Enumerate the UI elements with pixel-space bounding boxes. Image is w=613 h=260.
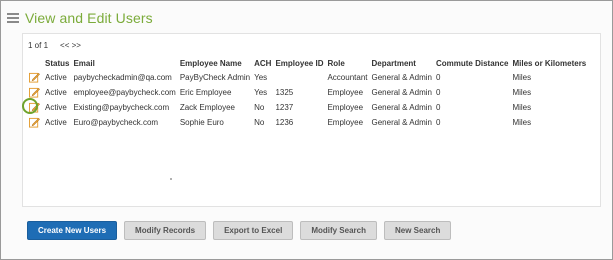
cell-employee-name: Eric Employee (179, 88, 232, 97)
cell-distance-unit: Miles (512, 88, 532, 97)
cell-ach: No (254, 103, 265, 112)
cell-employee-id: 1237 (275, 103, 294, 112)
cell-email: paybycheckadmin@qa.com (73, 73, 172, 82)
app-frame: View and Edit Users 1 of 1 << >> Status … (0, 0, 613, 260)
column-header-email[interactable]: Email (71, 56, 177, 70)
cell-status: Active (45, 103, 67, 112)
cell-email: employee@paybycheck.com (73, 88, 176, 97)
modify-search-button[interactable]: Modify Search (300, 221, 377, 240)
cell-employee-id: 1325 (275, 88, 294, 97)
stray-dot (170, 178, 172, 180)
cell-commute-distance: 0 (435, 103, 441, 112)
results-panel: 1 of 1 << >> Status Email Employee Name … (22, 33, 601, 207)
create-new-users-button[interactable]: Create New Users (27, 221, 118, 240)
pager: 1 of 1 << >> (28, 41, 81, 50)
edit-pencil-icon[interactable] (28, 117, 40, 128)
cell-status: Active (45, 118, 67, 127)
cell-distance-unit: Miles (512, 103, 532, 112)
table-header-row: Status Email Employee Name ACH Employee … (25, 56, 588, 70)
export-to-excel-button[interactable]: Export to Excel (213, 221, 294, 240)
cell-role: Employee (327, 88, 364, 97)
pager-summary: 1 of 1 (28, 41, 49, 50)
cell-employee-name: Sophie Euro (179, 118, 224, 127)
column-header-commute-distance[interactable]: Commute Distance (434, 56, 510, 70)
cell-role: Employee (327, 103, 364, 112)
cell-distance-unit: Miles (512, 73, 532, 82)
cell-distance-unit: Miles (512, 118, 532, 127)
cell-department: General & Admin (371, 118, 432, 127)
edit-cell (25, 115, 43, 130)
column-header-department[interactable]: Department (370, 56, 434, 70)
cell-email: Euro@paybycheck.com (73, 118, 159, 127)
cell-employee-id (273, 70, 325, 85)
pager-nav-links[interactable]: << >> (60, 41, 81, 50)
column-header-employee-name[interactable]: Employee Name (178, 56, 252, 70)
table-row: Active Euro@paybycheck.com Sophie Euro N… (25, 115, 588, 130)
page-title: View and Edit Users (25, 10, 153, 26)
edit-cell (25, 70, 43, 85)
cell-employee-id: 1236 (275, 118, 294, 127)
page-header: View and Edit Users (7, 7, 153, 29)
column-header-miles-or-kilometers[interactable]: Miles or Kilometers (510, 56, 588, 70)
column-header-status[interactable]: Status (43, 56, 71, 70)
table-row: Active employee@paybycheck.com Eric Empl… (25, 85, 588, 100)
cell-ach: Yes (254, 73, 268, 82)
new-search-button[interactable]: New Search (384, 221, 452, 240)
cell-status: Active (45, 88, 67, 97)
action-bar: Create New Users Modify Records Export t… (27, 221, 452, 240)
edit-pencil-icon[interactable] (28, 87, 40, 98)
cell-email: Existing@paybycheck.com (73, 103, 170, 112)
hamburger-menu-icon[interactable] (7, 12, 19, 24)
cell-ach: Yes (254, 88, 268, 97)
modify-records-button[interactable]: Modify Records (124, 221, 207, 240)
cell-commute-distance: 0 (435, 88, 441, 97)
column-header-employee-id[interactable]: Employee ID (273, 56, 325, 70)
cell-employee-name: PayByCheck Admin (179, 73, 251, 82)
column-header-role[interactable]: Role (325, 56, 369, 70)
cell-department: General & Admin (371, 103, 432, 112)
cell-employee-name: Zack Employee (179, 103, 235, 112)
table-row: Active Existing@paybycheck.com Zack Empl… (22, 98, 588, 115)
cell-ach: No (254, 118, 265, 127)
highlight-ring (22, 98, 38, 114)
cell-role: Accountant (327, 73, 368, 82)
cell-commute-distance: 0 (435, 73, 441, 82)
cell-status: Active (45, 73, 67, 82)
edit-cell (22, 98, 43, 115)
cell-role: Employee (327, 118, 364, 127)
cell-department: General & Admin (371, 88, 432, 97)
table-row: Active paybycheckadmin@qa.com PayByCheck… (25, 70, 588, 85)
column-header-ach[interactable]: ACH (252, 56, 273, 70)
edit-pencil-icon[interactable] (28, 72, 40, 83)
cell-department: General & Admin (371, 73, 432, 82)
users-table: Status Email Employee Name ACH Employee … (22, 56, 588, 130)
cell-commute-distance: 0 (435, 118, 441, 127)
column-header-edit (25, 56, 43, 70)
